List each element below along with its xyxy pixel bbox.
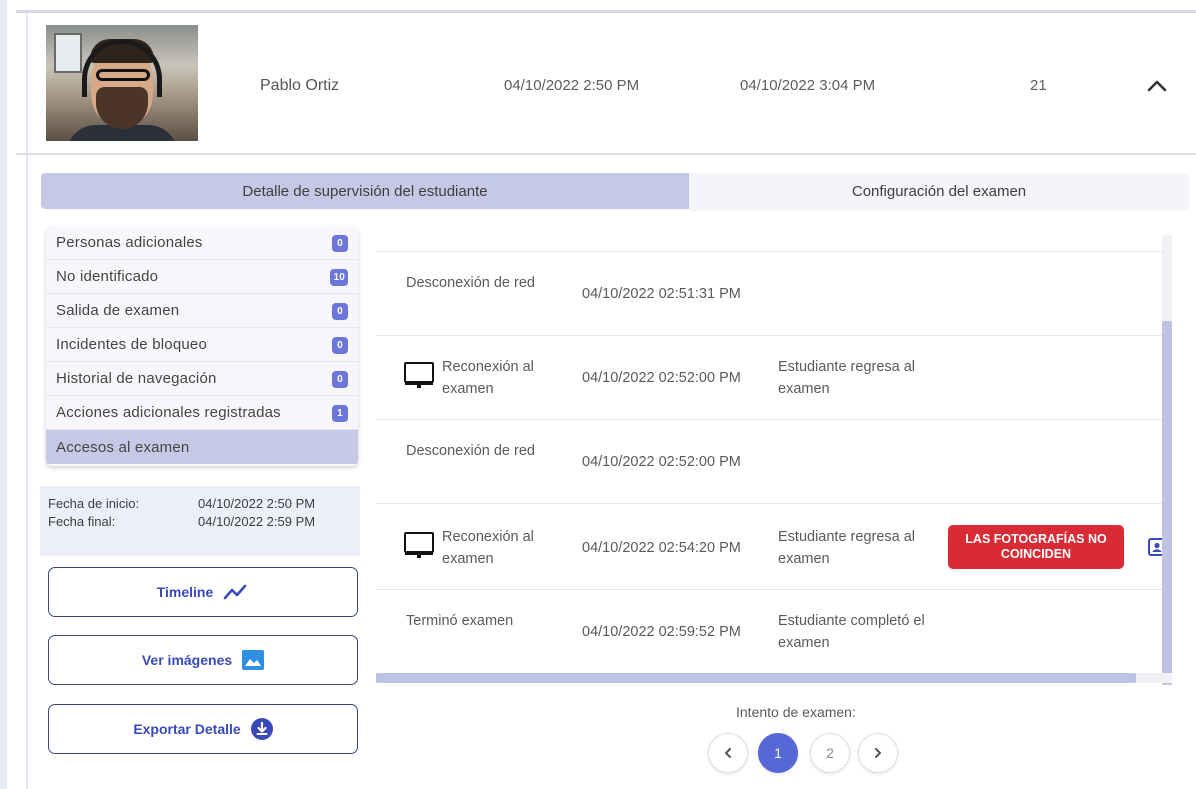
incident-menu: Personas adicionales 0 No identificado 1… bbox=[46, 226, 358, 466]
menu-item-label: Acciones adicionales registradas bbox=[56, 404, 281, 421]
timeline-button[interactable]: Timeline bbox=[48, 567, 358, 617]
event-type-label: Reconexión al examen bbox=[442, 529, 534, 567]
table-row-partial bbox=[376, 226, 1164, 252]
detail-tabs: Detalle de supervisión del estudiante Co… bbox=[41, 173, 1189, 209]
image-icon bbox=[242, 650, 265, 670]
chevron-right-icon bbox=[875, 748, 881, 758]
download-icon bbox=[250, 718, 273, 740]
menu-item-no-identificado[interactable]: No identificado 10 bbox=[46, 260, 358, 294]
menu-item-acciones-adicionales[interactable]: Acciones adicionales registradas 1 bbox=[46, 396, 358, 430]
menu-item-label: Personas adicionales bbox=[56, 234, 203, 251]
table-row: Reconexión al examen 04/10/2022 02:54:20… bbox=[376, 504, 1166, 590]
event-type: Reconexión al examen bbox=[404, 526, 562, 570]
student-count: 21 bbox=[1030, 77, 1047, 94]
event-date: 04/10/2022 02:59:52 PM bbox=[582, 624, 741, 640]
view-images-button[interactable]: Ver imágenes bbox=[48, 635, 358, 685]
menu-item-accesos-al-examen[interactable]: Accesos al examen bbox=[46, 430, 358, 464]
exam-dates-box: Fecha de inicio: 04/10/2022 2:50 PM Fech… bbox=[40, 486, 360, 556]
menu-item-label: No identificado bbox=[56, 268, 159, 285]
start-date-value: 04/10/2022 2:50 PM bbox=[198, 496, 316, 511]
count-badge: 0 bbox=[332, 337, 348, 354]
student-name: Pablo Ortiz bbox=[260, 77, 340, 94]
chevron-up-icon[interactable] bbox=[1146, 75, 1168, 97]
event-date: 04/10/2022 02:51:31 PM bbox=[582, 286, 741, 302]
student-start-time: 04/10/2022 2:50 PM bbox=[504, 77, 640, 94]
photo-background-window bbox=[54, 33, 82, 73]
left-accent-bar bbox=[0, 0, 7, 789]
trend-line-icon bbox=[223, 583, 249, 601]
view-images-button-label: Ver imágenes bbox=[141, 652, 233, 668]
event-type: Terminó examen bbox=[406, 613, 514, 629]
next-page-button[interactable] bbox=[858, 733, 898, 773]
count-badge: 1 bbox=[332, 405, 348, 422]
count-badge: 0 bbox=[332, 235, 348, 252]
horizontal-scrollbar[interactable] bbox=[376, 673, 1172, 683]
table-row: Terminó examen 04/10/2022 02:59:52 PM Es… bbox=[376, 590, 1164, 676]
event-date: 04/10/2022 02:52:00 PM bbox=[582, 370, 741, 386]
monitor-icon bbox=[404, 532, 434, 558]
event-description: Estudiante completó el examen bbox=[778, 613, 925, 651]
count-badge: 0 bbox=[332, 303, 348, 320]
export-detail-button[interactable]: Exportar Detalle bbox=[48, 704, 358, 754]
vertical-scrollbar[interactable] bbox=[1162, 235, 1172, 685]
event-description: Estudiante regresa al examen bbox=[778, 359, 916, 397]
menu-item-historial-de-navegacion[interactable]: Historial de navegación 0 bbox=[46, 362, 358, 396]
menu-item-incidentes-de-bloqueo[interactable]: Incidentes de bloqueo 0 bbox=[46, 328, 358, 362]
chevron-left-icon bbox=[725, 748, 731, 758]
count-badge: 0 bbox=[332, 371, 348, 388]
menu-item-label: Accesos al examen bbox=[56, 438, 190, 456]
horizontal-scrollbar-thumb[interactable] bbox=[376, 673, 1136, 683]
event-type: Reconexión al examen bbox=[404, 356, 562, 400]
end-date-label: Fecha final: bbox=[48, 514, 116, 529]
export-detail-button-label: Exportar Detalle bbox=[133, 721, 241, 737]
exam-attempt-label: Intento de examen: bbox=[736, 704, 856, 720]
page-1-button[interactable]: 1 bbox=[758, 733, 798, 773]
photo-mismatch-badge[interactable]: LAS FOTOGRAFÍAS NO COINCIDEN bbox=[948, 525, 1124, 569]
start-date-label: Fecha de inicio: bbox=[48, 496, 140, 511]
table-row: Desconexión de red 04/10/2022 02:52:00 P… bbox=[376, 420, 1164, 504]
vertical-scrollbar-thumb[interactable] bbox=[1162, 321, 1172, 685]
student-header-row[interactable]: Pablo Ortiz 04/10/2022 2:50 PM 04/10/202… bbox=[16, 13, 1196, 155]
event-type: Desconexión de red bbox=[406, 275, 535, 291]
student-photo[interactable] bbox=[46, 25, 198, 141]
events-table: Desconexión de red 04/10/2022 02:51:31 P… bbox=[376, 226, 1176, 686]
count-badge: 10 bbox=[330, 269, 348, 286]
event-type: Desconexión de red bbox=[406, 443, 535, 459]
table-row: Desconexión de red 04/10/2022 02:51:31 P… bbox=[376, 252, 1164, 336]
event-type-label: Reconexión al examen bbox=[442, 359, 534, 397]
menu-item-label: Historial de navegación bbox=[56, 370, 217, 387]
event-date: 04/10/2022 02:54:20 PM bbox=[582, 540, 741, 556]
end-date-value: 04/10/2022 2:59 PM bbox=[198, 514, 316, 529]
student-card: Pablo Ortiz 04/10/2022 2:50 PM 04/10/202… bbox=[16, 10, 1196, 789]
menu-item-label: Salida de examen bbox=[56, 302, 180, 319]
tab-exam-config[interactable]: Configuración del examen bbox=[689, 173, 1189, 209]
previous-page-button[interactable] bbox=[708, 733, 748, 773]
page-2-button[interactable]: 2 bbox=[810, 733, 850, 773]
timeline-button-label: Timeline bbox=[156, 584, 214, 600]
menu-item-personas-adicionales[interactable]: Personas adicionales 0 bbox=[46, 226, 358, 260]
monitor-icon bbox=[404, 362, 434, 388]
table-row: Reconexión al examen 04/10/2022 02:52:00… bbox=[376, 336, 1164, 420]
event-description: Estudiante regresa al examen bbox=[778, 529, 916, 567]
menu-item-label: Incidentes de bloqueo bbox=[56, 336, 207, 353]
menu-item-salida-de-examen[interactable]: Salida de examen 0 bbox=[46, 294, 358, 328]
student-end-time: 04/10/2022 3:04 PM bbox=[740, 77, 876, 94]
tab-student-detail[interactable]: Detalle de supervisión del estudiante bbox=[41, 173, 689, 209]
event-date: 04/10/2022 02:52:00 PM bbox=[582, 454, 741, 470]
